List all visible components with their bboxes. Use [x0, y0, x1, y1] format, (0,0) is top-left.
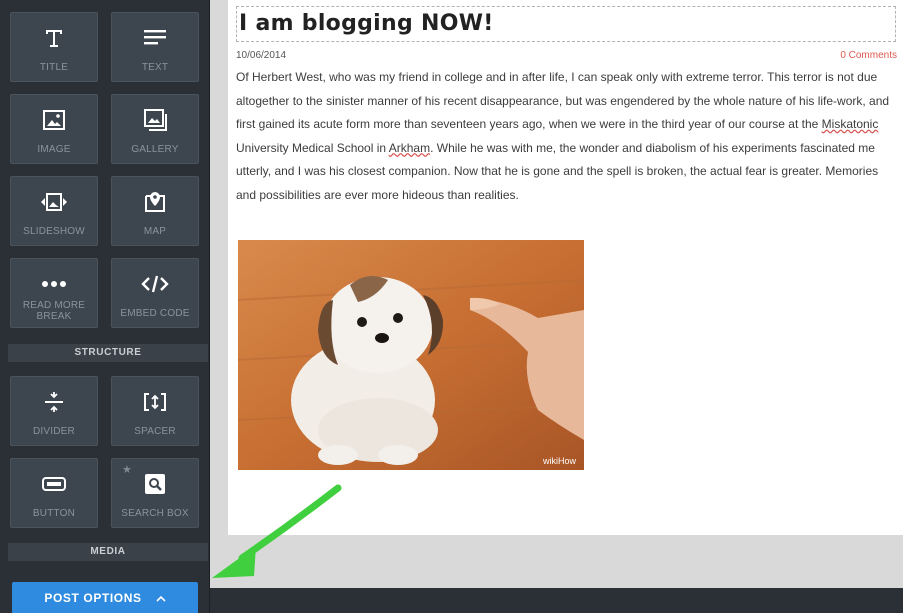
title-element-tile[interactable]: TITLE [10, 12, 98, 82]
read-more-break-tile[interactable]: READ MORE BREAK [10, 258, 98, 328]
tile-label: TITLE [39, 62, 69, 73]
spacer-element-tile[interactable]: SPACER [111, 376, 199, 446]
image-element-tile[interactable]: IMAGE [10, 94, 98, 164]
post-image[interactable]: wikiHow [238, 240, 584, 470]
button-element-tile[interactable]: BUTTON [10, 458, 98, 528]
post-title-block[interactable]: I am blogging NOW! [236, 6, 896, 42]
tile-label: EMBED CODE [120, 308, 190, 319]
spacer-icon [112, 387, 198, 417]
image-watermark: wikiHow [542, 456, 577, 466]
map-pin-icon [112, 187, 198, 217]
tile-label: GALLERY [131, 144, 179, 155]
body-text: University Medical School in [236, 140, 389, 155]
gallery-element-tile[interactable]: GALLERY [111, 94, 199, 164]
search-icon [112, 469, 198, 499]
code-icon [112, 269, 198, 299]
text-icon [112, 23, 198, 53]
text-element-tile[interactable]: TEXT [111, 12, 199, 82]
map-element-tile[interactable]: MAP [111, 176, 199, 246]
image-icon [11, 105, 97, 135]
editor-window: TITLE TEXT IMAGE GALLERY SLIDESHOW MAP R… [0, 0, 903, 613]
tile-label: SPACER [134, 426, 176, 437]
title-icon [11, 23, 97, 53]
media-section-header: MEDIA [8, 543, 208, 561]
spellcheck-word: Arkham [388, 140, 431, 155]
tile-label: BUTTON [32, 508, 76, 519]
tile-label: IMAGE [37, 144, 71, 155]
tile-label: SEARCH BOX [121, 508, 189, 519]
tile-label: DIVIDER [33, 426, 75, 437]
tile-label: READ MORE BREAK [22, 300, 86, 322]
slideshow-icon [11, 187, 97, 217]
spellcheck-word: Miskatonic [821, 117, 879, 131]
comments-link[interactable]: 0 Comments [840, 50, 897, 61]
elements-sidebar: TITLE TEXT IMAGE GALLERY SLIDESHOW MAP R… [0, 0, 210, 613]
post-options-button[interactable]: POST OPTIONS [12, 582, 198, 613]
gallery-icon [112, 105, 198, 135]
button-icon [11, 469, 97, 499]
tile-label: TEXT [141, 62, 169, 73]
post-body-text[interactable]: Of Herbert West, who was my friend in co… [236, 66, 898, 207]
tile-label: MAP [143, 226, 167, 237]
ellipsis-icon [11, 269, 97, 299]
bottom-bar [210, 588, 903, 613]
embed-code-tile[interactable]: EMBED CODE [111, 258, 199, 328]
slideshow-element-tile[interactable]: SLIDESHOW [10, 176, 98, 246]
body-text: Of Herbert West, who was my friend in co… [236, 70, 890, 131]
divider-element-tile[interactable]: DIVIDER [10, 376, 98, 446]
post-title[interactable]: I am blogging NOW! [239, 9, 893, 39]
post-canvas: I am blogging NOW! 10/06/2014 0 Comments… [228, 0, 903, 535]
tile-label: SLIDESHOW [23, 226, 85, 237]
chevron-up-icon [156, 591, 166, 605]
search-box-tile[interactable]: ★ SEARCH BOX [111, 458, 199, 528]
divider-icon [11, 387, 97, 417]
post-date: 10/06/2014 [236, 50, 287, 61]
post-options-label: POST OPTIONS [44, 590, 142, 605]
structure-section-header: STRUCTURE [8, 344, 208, 362]
